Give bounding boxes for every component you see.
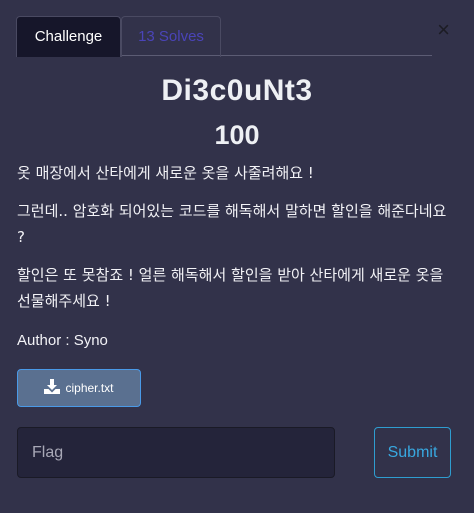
- challenge-description: 옷 매장에서 산타에게 새로운 옷을 사줄려해요 ! 그런데.. 암호화 되어있…: [17, 160, 457, 326]
- challenge-title: Di3c0uNt3: [161, 74, 313, 107]
- submit-button[interactable]: Submit: [374, 427, 451, 478]
- challenge-points: 100: [214, 120, 260, 150]
- file-download-button[interactable]: cipher.txt: [17, 369, 141, 407]
- description-line: 옷 매장에서 산타에게 새로운 옷을 사줄려해요 !: [17, 164, 314, 182]
- challenge-author: Author : Syno: [17, 332, 108, 349]
- close-icon[interactable]: ×: [437, 19, 450, 41]
- description-line: 할인은 또 못참죠 ! 얼른 해독해서 할인을 받아 산타에게 새로운 옷을 선…: [17, 266, 444, 310]
- flag-input[interactable]: [17, 427, 335, 478]
- file-name: cipher.txt: [65, 381, 114, 395]
- challenge-modal: Challenge 13 Solves × Di3c0uNt3 100 옷 매장…: [0, 0, 474, 513]
- description-line: 그런데.. 암호화 되어있는 코드를 해독해서 말하면 할인을 해준다네요 ?: [17, 202, 447, 246]
- tab-solves[interactable]: 13 Solves: [121, 16, 221, 57]
- modal-tabs: Challenge 13 Solves: [16, 16, 432, 57]
- download-icon: [44, 379, 65, 397]
- tab-challenge[interactable]: Challenge: [16, 16, 121, 57]
